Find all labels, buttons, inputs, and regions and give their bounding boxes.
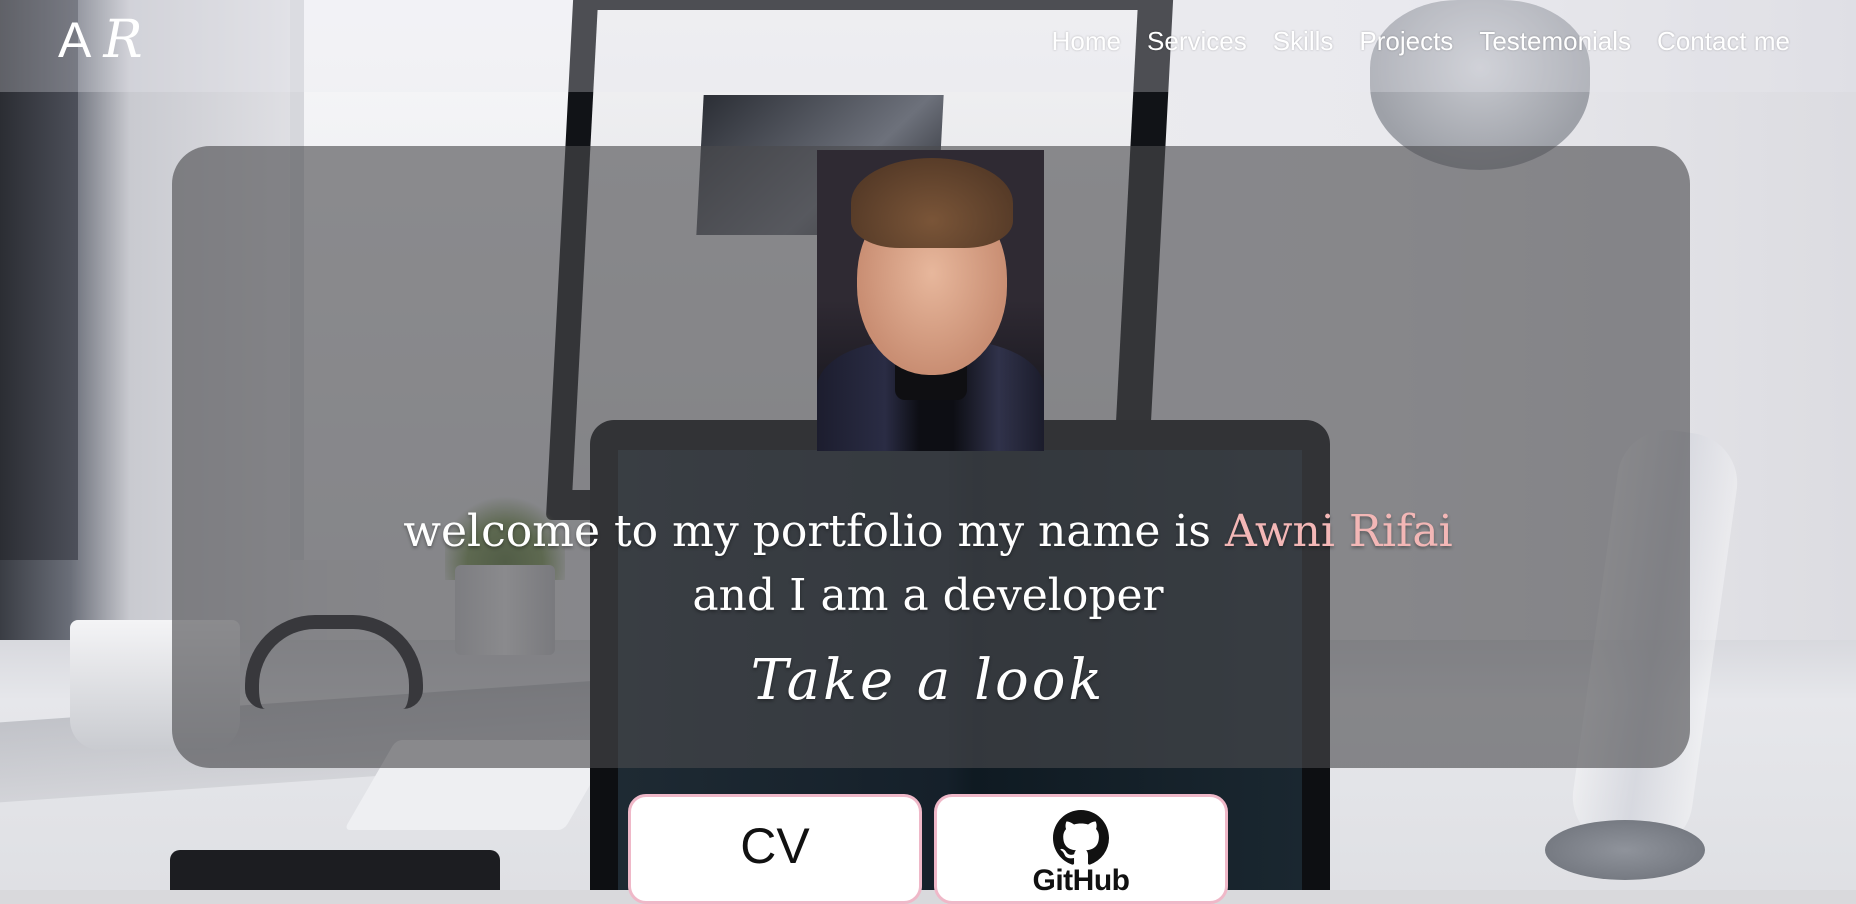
headline-name: Awni Rifai (1225, 506, 1453, 557)
github-button-label: GitHub (1032, 864, 1130, 897)
nav-link-projects[interactable]: Projects (1359, 26, 1453, 57)
cv-button[interactable]: CV (628, 794, 922, 904)
hero-tagline: Take a look (750, 648, 1106, 713)
nav-link-skills[interactable]: Skills (1273, 26, 1334, 57)
nav-menu: Home Services Skills Projects Testemonia… (1052, 26, 1790, 57)
hero-headline: welcome to my portfolio my name is Awni … (0, 500, 1856, 628)
github-button[interactable]: GitHub (934, 794, 1228, 904)
nav-link-contact[interactable]: Contact me (1657, 26, 1790, 57)
logo-letter-r: R (103, 10, 145, 70)
nav-link-testimonials[interactable]: Testemonials (1479, 26, 1631, 57)
headline-line-1: welcome to my portfolio my name is Awni … (0, 500, 1856, 564)
site-logo[interactable]: AR (58, 10, 145, 70)
nav-link-services[interactable]: Services (1147, 26, 1247, 57)
logo-letter-a: A (58, 12, 94, 68)
top-navbar: AR Home Services Skills Projects Testemo… (0, 0, 1856, 92)
headline-prefix: welcome to my portfolio my name is (403, 506, 1212, 557)
nav-link-home[interactable]: Home (1052, 26, 1121, 57)
cv-button-label: CV (740, 818, 810, 874)
github-octocat-icon (1053, 810, 1109, 865)
profile-photo (817, 150, 1044, 451)
headline-line-2: and I am a developer (692, 570, 1164, 621)
